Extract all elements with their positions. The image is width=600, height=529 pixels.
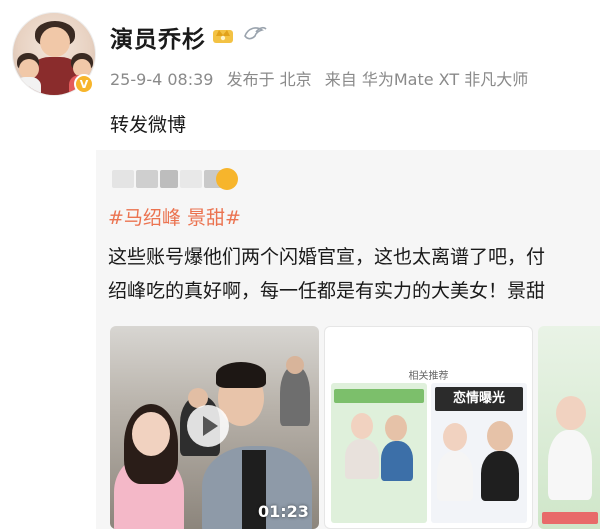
- bird-icon: [244, 26, 267, 40]
- reposted-text-line: 绍峰吃的真好啊，每一任都是有实力的大美女！景甜: [108, 280, 546, 302]
- location: 发布于 北京: [226, 70, 312, 89]
- play-icon[interactable]: [187, 405, 229, 447]
- post-meta: 25-9-4 08:39 发布于 北京 来自 华为Mate XT 非凡大师: [110, 66, 536, 90]
- image-thumbnail[interactable]: [538, 326, 600, 529]
- image-thumbnail[interactable]: 相关推荐 恋情曝光: [324, 326, 533, 529]
- crown-icon: [213, 30, 233, 43]
- reposted-text-line: 这些账号爆他们两个闪婚官宣，这也太离谱了吧，付: [108, 246, 546, 268]
- thumbnail-panel: [331, 383, 427, 523]
- thumbnail-panel: 恋情曝光: [431, 383, 527, 523]
- video-duration: 01:23: [258, 502, 309, 521]
- thumbnail-title: 恋情曝光: [435, 387, 523, 411]
- post-text: 转发微博: [110, 114, 187, 136]
- username[interactable]: 演员乔杉: [110, 20, 206, 54]
- timestamp: 25-9-4 08:39: [110, 70, 214, 89]
- verified-icon: [216, 168, 238, 190]
- related-label: 相关推荐: [408, 371, 449, 382]
- device: 来自 华为Mate XT 非凡大师: [324, 70, 529, 89]
- reposted-text: 这些账号爆他们两个闪婚官宣，这也太离谱了吧，付 绍峰吃的真好啊，每一任都是有实力…: [108, 240, 600, 308]
- verified-icon: V: [74, 74, 94, 94]
- hashtag-link[interactable]: #马绍峰 景甜#: [108, 203, 241, 230]
